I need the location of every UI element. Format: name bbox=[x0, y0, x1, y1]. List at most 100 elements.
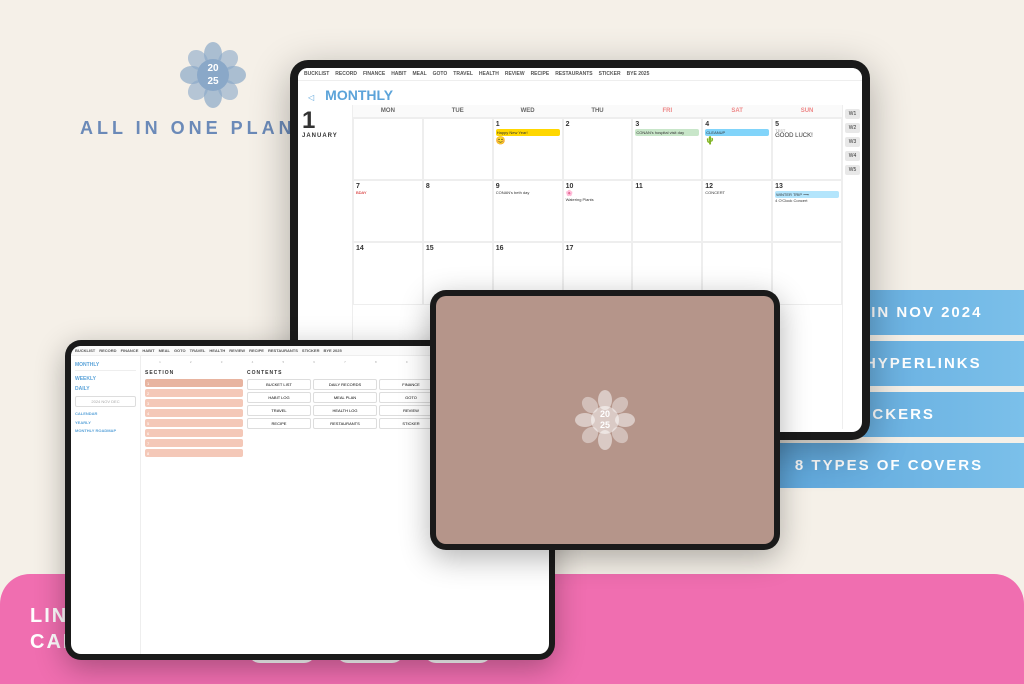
content-bucket: BUCKET LIST bbox=[247, 379, 311, 390]
nav-habit: HABIT bbox=[391, 71, 406, 77]
nav-restaurants: RESTAURANTS bbox=[555, 71, 592, 77]
section-title: SECTION bbox=[145, 370, 243, 376]
snav-travel: TRAVEL bbox=[190, 348, 206, 353]
tablet-cover-screen: 20 25 bbox=[436, 296, 774, 544]
snav-meal: MEAL bbox=[159, 348, 170, 353]
monthly-header: ◁ MONTHLY bbox=[298, 81, 862, 105]
nav-recipe: RECIPE bbox=[531, 71, 550, 77]
snav-sticker: STICKER bbox=[302, 348, 320, 353]
content-restaurants: RESTAURANTS bbox=[313, 418, 377, 429]
snav-restaurants: RESTAURANTS bbox=[268, 348, 298, 353]
contents-title: CONTENTS bbox=[247, 370, 443, 376]
sec-8: 8 bbox=[145, 449, 243, 457]
week-w2: W2 bbox=[845, 123, 860, 133]
mini-feb: 2 bbox=[176, 360, 206, 364]
calendar-nav: BUCKLIST RECORD FINANCE HABIT MEAL GOTO … bbox=[298, 68, 862, 81]
nav-bucklist: BUCKLIST bbox=[304, 71, 329, 77]
sidebar-calendar: CALENDAR bbox=[75, 409, 136, 418]
nav-health: HEALTH bbox=[479, 71, 499, 77]
nav-goto: GOTO bbox=[433, 71, 448, 77]
snav-health: HEALTH bbox=[209, 348, 225, 353]
day-tue: TUE bbox=[423, 105, 493, 117]
svg-text:20: 20 bbox=[207, 63, 219, 74]
sidebar-daily: DAILY bbox=[75, 384, 136, 394]
mini-aug: 8 bbox=[361, 360, 391, 364]
cell-empty2 bbox=[423, 118, 493, 180]
svg-text:25: 25 bbox=[600, 420, 610, 430]
sidebar-weekly: WEEKLY bbox=[75, 374, 136, 384]
nav-record: RECORD bbox=[335, 71, 357, 77]
snav-recipe: RECIPE bbox=[249, 348, 264, 353]
nav-review: REVIEW bbox=[505, 71, 525, 77]
cell-jan4: 4 CLEANUP 🌵 bbox=[702, 118, 772, 180]
nav-finance: FINANCE bbox=[363, 71, 385, 77]
sidebar-yearly: YEARLY bbox=[75, 418, 136, 427]
content-meal: MEAL PLAN bbox=[313, 392, 377, 403]
cover-flower: 20 25 bbox=[575, 390, 635, 450]
content-daily: DAILY RECORDS bbox=[313, 379, 377, 390]
cell-jan13: 13 WINTER TRIP ⟶ 4 O'Clock Concert bbox=[772, 180, 842, 242]
snav-goto: GOTO bbox=[174, 348, 186, 353]
cell-jan8: 8 bbox=[423, 180, 493, 242]
snav-review: REVIEW bbox=[229, 348, 245, 353]
mini-apr: 4 bbox=[238, 360, 268, 364]
tablet-cover: 20 25 bbox=[430, 290, 780, 550]
content-health: HEALTH LOG bbox=[313, 405, 377, 416]
day-thu: THU bbox=[563, 105, 633, 117]
snav-habit: HABIT bbox=[142, 348, 154, 353]
cell-jan11: 11 bbox=[632, 180, 702, 242]
sidebar-monthly: MONTHLY bbox=[75, 360, 136, 371]
section-col: SECTION 1 2 3 4 5 6 7 8 bbox=[145, 370, 243, 457]
overview-sidebar: MONTHLY WEEKLY DAILY 2024 NOV DEC CALEND… bbox=[71, 356, 141, 654]
cell-empty1 bbox=[353, 118, 423, 180]
nav-sticker: STICKER bbox=[599, 71, 621, 77]
snav-finance: FINANCE bbox=[121, 348, 139, 353]
sec-2: 2 bbox=[145, 389, 243, 397]
sec-5: 5 bbox=[145, 419, 243, 427]
snav-bye: BYE 2025 bbox=[323, 348, 341, 353]
sidebar-roadmap: MONTHLY ROADMAP bbox=[75, 427, 136, 436]
day-sat: SAT bbox=[702, 105, 772, 117]
day-sun: SUN bbox=[772, 105, 842, 117]
cell-jan10: 10 🌸 Watering Plants bbox=[563, 180, 633, 242]
cell-jan1: 1 Happy New Year! 😊 bbox=[493, 118, 563, 180]
sec-6: 6 bbox=[145, 429, 243, 437]
cell-jan3: 3 CONAN's hospital visit day bbox=[632, 118, 702, 180]
svg-text:25: 25 bbox=[207, 76, 219, 87]
sec-3: 3 bbox=[145, 399, 243, 407]
svg-text:20: 20 bbox=[600, 409, 610, 419]
week-w5: W5 bbox=[845, 165, 860, 175]
mini-may: 5 bbox=[268, 360, 298, 364]
flower-logo: 20 25 bbox=[178, 40, 248, 110]
sec-7: 7 bbox=[145, 439, 243, 447]
content-habit: HABIT LOG bbox=[247, 392, 311, 403]
sec-1: 1 bbox=[145, 379, 243, 387]
monthly-label: MONTHLY bbox=[325, 87, 393, 103]
content-travel: TRAVEL bbox=[247, 405, 311, 416]
day-wed: WED bbox=[493, 105, 563, 117]
week-w1: W1 bbox=[845, 109, 860, 119]
cell-jan14: 14 bbox=[353, 242, 423, 304]
nav-meal: MEAL bbox=[412, 71, 426, 77]
mini-jan: 1 bbox=[145, 360, 175, 364]
day-mon: MON bbox=[353, 105, 423, 117]
mini-jun: 6 bbox=[299, 360, 329, 364]
cell-jan5: 5 TEST GOOD LUCK! bbox=[772, 118, 842, 180]
mini-mar: 3 bbox=[207, 360, 237, 364]
week-w3: W3 bbox=[845, 137, 860, 147]
cell-jan12: 12 CONCERT bbox=[702, 180, 772, 242]
snav-record: RECORD bbox=[99, 348, 116, 353]
day-fri: FRI bbox=[632, 105, 702, 117]
snav-bucklist: BUCKLIST bbox=[75, 348, 95, 353]
contents-col: CONTENTS BUCKET LIST DAILY RECORDS FINAN… bbox=[247, 370, 443, 457]
nav-bye: BYE 2025 bbox=[627, 71, 650, 77]
sidebar-2024: 2024 NOV DEC bbox=[75, 396, 136, 407]
sec-4: 4 bbox=[145, 409, 243, 417]
cell-jan20 bbox=[772, 242, 842, 304]
badge-covers: 8 TYPES OF COVERS bbox=[744, 443, 1024, 488]
cell-jan7: 7 BDAY bbox=[353, 180, 423, 242]
cell-jan2: 2 bbox=[563, 118, 633, 180]
mini-jul: 7 bbox=[330, 360, 360, 364]
week-w4: W4 bbox=[845, 151, 860, 161]
mini-sep: 9 bbox=[392, 360, 422, 364]
